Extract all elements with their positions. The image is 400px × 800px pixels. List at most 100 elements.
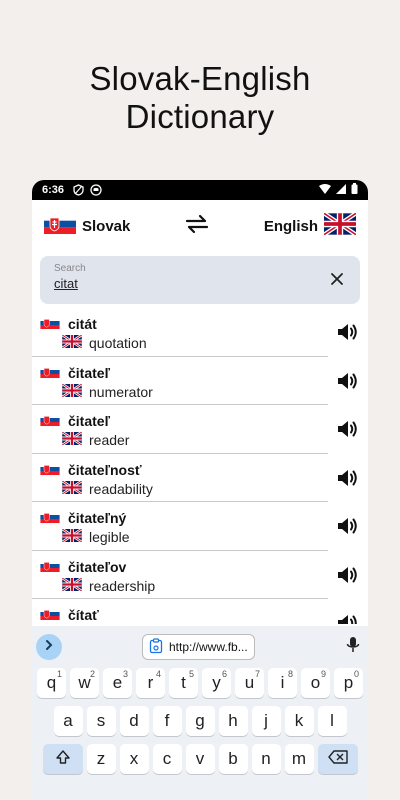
slovak-flag-icon <box>40 607 60 623</box>
result-slovak: čitateľov <box>40 559 126 575</box>
speaker-icon[interactable] <box>336 612 360 624</box>
key-letter: q <box>46 673 57 692</box>
key-p[interactable]: p0 <box>334 668 363 698</box>
key-x[interactable]: x <box>119 744 149 774</box>
key-letter: y <box>212 673 221 692</box>
key-q[interactable]: q1 <box>37 668 66 698</box>
result-row[interactable]: čitateľ reader <box>32 405 328 454</box>
speaker-icon[interactable] <box>336 515 360 537</box>
english-word: reader <box>89 432 130 448</box>
slovak-word: čitateľný <box>68 510 127 526</box>
source-language[interactable]: Slovak <box>44 214 130 238</box>
key-number-hint: 6 <box>221 669 227 679</box>
key-number-hint: 3 <box>122 669 128 679</box>
app-notification-icon <box>90 184 102 196</box>
result-row[interactable]: čitateľ numerator <box>32 357 328 405</box>
phone-screen: 6:36 Slovak English Search citat citát q… <box>32 180 368 800</box>
key-g[interactable]: g <box>185 706 215 736</box>
slovak-word: čitateľnosť <box>68 461 142 478</box>
uk-flag-icon <box>61 576 83 594</box>
key-n[interactable]: n <box>251 744 281 774</box>
slovak-word: čitateľov <box>68 558 127 575</box>
swap-languages-icon[interactable] <box>184 214 210 239</box>
keyboard-row-1: q1w2e3r4t5y6u7i8o9p0 <box>32 668 368 698</box>
slovak-flag-icon <box>40 413 60 429</box>
slovak-word: čitateľ <box>68 413 110 429</box>
wifi-icon <box>319 183 331 197</box>
result-row[interactable]: citát quotation <box>32 308 328 357</box>
shift-key[interactable] <box>42 744 83 774</box>
key-a[interactable]: a <box>53 706 83 736</box>
key-number-hint: 2 <box>89 669 95 679</box>
target-language[interactable]: English <box>263 211 358 239</box>
search-field[interactable]: Search citat <box>40 256 360 304</box>
clear-search-icon[interactable] <box>328 270 346 288</box>
result-english: legible <box>61 527 129 545</box>
results-list: citát quotation čitateľ numerator čitateľ rea… <box>32 308 368 624</box>
key-number-hint: 8 <box>287 669 293 679</box>
key-c[interactable]: c <box>152 744 182 774</box>
slovak-flag-icon <box>44 214 76 238</box>
result-row[interactable]: čitateľov readership <box>32 551 328 599</box>
key-z[interactable]: z <box>86 744 116 774</box>
slovak-word: citát <box>68 316 97 332</box>
key-m[interactable]: m <box>284 744 314 774</box>
key-s[interactable]: s <box>86 706 116 736</box>
backspace-icon <box>327 749 348 769</box>
source-language-label: Slovak <box>82 217 131 235</box>
key-f[interactable]: f <box>152 706 182 736</box>
result-row[interactable]: čitateľný legible <box>32 502 328 551</box>
key-l[interactable]: l <box>317 706 347 736</box>
key-letter: e <box>112 673 123 692</box>
slovak-flag-icon <box>40 510 60 526</box>
microphone-icon[interactable] <box>346 636 360 659</box>
result-english: reader <box>61 430 130 448</box>
slovak-flag-icon <box>40 365 60 381</box>
speaker-icon[interactable] <box>336 321 360 343</box>
key-r[interactable]: r4 <box>136 668 165 698</box>
key-o[interactable]: o9 <box>301 668 330 698</box>
result-slovak: čitateľný <box>40 510 126 526</box>
slovak-flag-icon <box>40 462 60 478</box>
promo-headline: Slovak-English Dictionary <box>0 60 400 136</box>
key-number-hint: 1 <box>56 669 62 679</box>
result-slovak: čitateľ <box>40 365 110 381</box>
keyboard-row-2: asdfghjkl <box>32 706 368 736</box>
search-input[interactable]: citat <box>54 276 346 291</box>
key-v[interactable]: v <box>185 744 215 774</box>
key-letter: o <box>310 673 321 692</box>
key-i[interactable]: i8 <box>268 668 297 698</box>
speaker-icon[interactable] <box>336 418 360 440</box>
target-language-label: English <box>263 217 318 235</box>
key-t[interactable]: t5 <box>169 668 198 698</box>
key-letter: u <box>244 673 255 692</box>
keyboard-expand-button[interactable] <box>36 634 62 660</box>
key-e[interactable]: e3 <box>103 668 132 698</box>
key-j[interactable]: j <box>251 706 281 736</box>
key-u[interactable]: u7 <box>235 668 264 698</box>
key-d[interactable]: d <box>119 706 149 736</box>
result-row[interactable]: čítať <box>32 599 328 624</box>
clipboard-suggestion[interactable]: http://www.fb... <box>142 634 255 660</box>
keyboard-row-3: zxcvbnm <box>32 744 368 774</box>
key-w[interactable]: w2 <box>70 668 99 698</box>
key-letter: w <box>78 673 91 692</box>
uk-flag-icon <box>322 211 358 239</box>
result-english: numerator <box>61 382 153 400</box>
result-row[interactable]: čitateľnosť readability <box>32 454 328 502</box>
uk-flag-icon <box>61 382 83 400</box>
speaker-icon[interactable] <box>336 467 360 489</box>
key-number-hint: 4 <box>155 669 161 679</box>
key-k[interactable]: k <box>284 706 314 736</box>
key-b[interactable]: b <box>218 744 248 774</box>
key-y[interactable]: y6 <box>202 668 231 698</box>
key-h[interactable]: h <box>218 706 248 736</box>
english-word: quotation <box>89 335 147 351</box>
speaker-icon[interactable] <box>336 564 360 586</box>
result-slovak: čitateľ <box>40 413 110 429</box>
speaker-icon[interactable] <box>336 370 360 392</box>
backspace-key[interactable] <box>317 744 358 774</box>
result-slovak: čítať <box>40 607 99 623</box>
battery-icon <box>351 183 358 197</box>
result-english: readability <box>61 479 153 497</box>
